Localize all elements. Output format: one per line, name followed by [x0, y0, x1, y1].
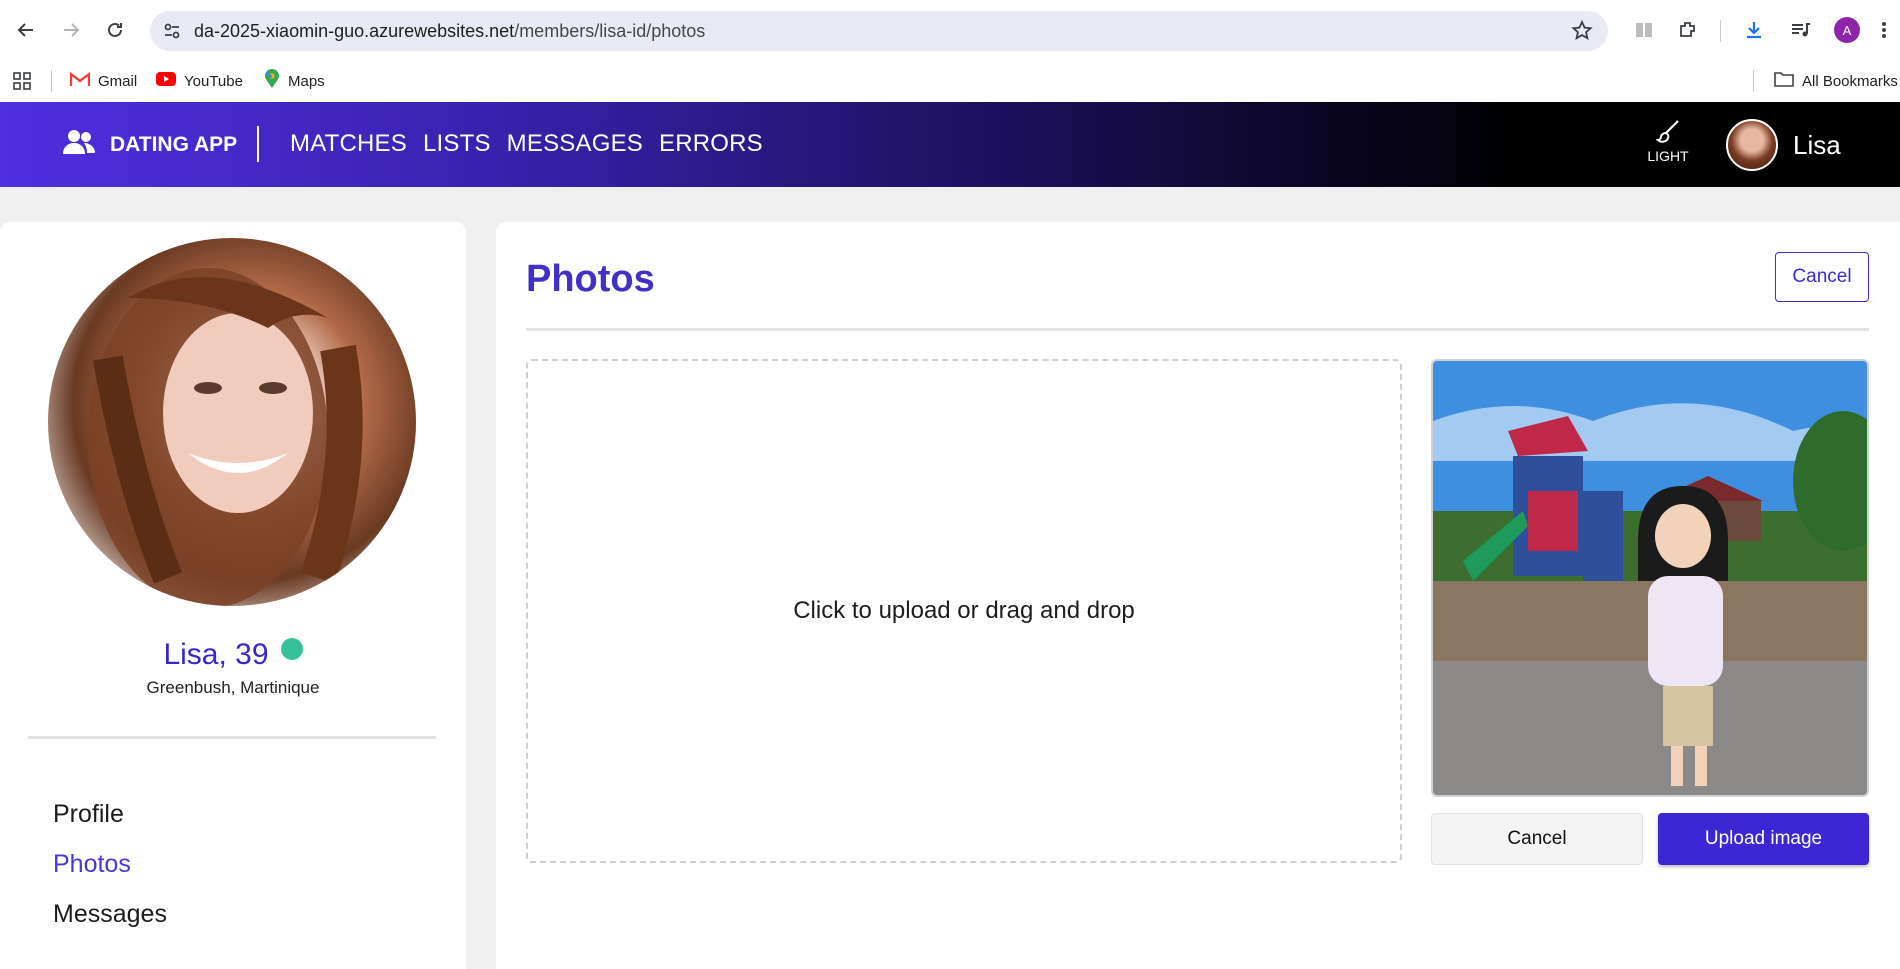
maps-icon — [264, 69, 280, 93]
nav-matches[interactable]: MATCHES — [290, 130, 407, 158]
bookmark-maps[interactable]: Maps — [264, 68, 325, 94]
url-text: da-2025-xiaomin-guo.azurewebsites.net/me… — [194, 21, 705, 42]
image-preview — [1431, 359, 1869, 797]
youtube-icon — [156, 71, 176, 91]
member-name-text: Lisa, 39 — [163, 638, 269, 671]
sidebar-divider — [28, 736, 436, 739]
download-icon[interactable] — [1740, 16, 1768, 44]
browser-toolbar: da-2025-xiaomin-guo.azurewebsites.net/me… — [0, 0, 1900, 60]
folder-icon — [1774, 71, 1794, 91]
nav-errors[interactable]: ERRORS — [659, 130, 763, 158]
photos-panel: Photos Cancel Click to upload or drag an… — [496, 222, 1900, 969]
all-bookmarks-label: All Bookmarks — [1802, 72, 1898, 90]
site-info-icon[interactable] — [162, 21, 182, 41]
sidebar-item-profile[interactable]: Profile — [53, 800, 167, 850]
bookmark-youtube-label: YouTube — [184, 72, 243, 90]
main-nav: MATCHES LISTS MESSAGES ERRORS — [290, 130, 763, 158]
user-avatar[interactable] — [1726, 119, 1778, 171]
user-name[interactable]: Lisa — [1793, 130, 1841, 161]
theme-toggle[interactable]: LIGHT — [1646, 118, 1690, 164]
nav-messages[interactable]: MESSAGES — [507, 130, 643, 158]
all-bookmarks-divider — [1753, 70, 1754, 92]
cancel-upload-button[interactable]: Cancel — [1431, 813, 1643, 865]
cancel-edit-button[interactable]: Cancel — [1775, 252, 1869, 302]
toolbar-divider — [1720, 20, 1721, 42]
app-navbar: DATING APP MATCHES LISTS MESSAGES ERRORS… — [0, 102, 1900, 187]
bookmark-gmail[interactable]: Gmail — [69, 68, 138, 94]
member-photo — [48, 238, 416, 606]
url-path: /members/lisa-id/photos — [514, 21, 706, 41]
paintbrush-icon — [1655, 120, 1679, 143]
title-divider — [526, 328, 1869, 331]
nav-lists[interactable]: LISTS — [423, 130, 491, 158]
media-control-icon[interactable] — [1786, 16, 1814, 44]
users-icon — [62, 128, 96, 162]
address-bar[interactable]: da-2025-xiaomin-guo.azurewebsites.net/me… — [150, 11, 1608, 51]
more-menu-icon[interactable] — [1874, 16, 1894, 44]
brand-divider — [257, 126, 259, 162]
forward-icon[interactable] — [55, 14, 87, 46]
bookmark-youtube[interactable]: YouTube — [156, 68, 243, 94]
reload-icon[interactable] — [99, 14, 131, 46]
brand-logo[interactable]: DATING APP — [62, 128, 237, 162]
apps-icon[interactable] — [12, 68, 32, 94]
gmail-icon — [69, 71, 91, 91]
member-location: Greenbush, Martinique — [146, 678, 320, 697]
sidebar-item-photos[interactable]: Photos — [53, 850, 167, 900]
sidebar-item-messages[interactable]: Messages — [53, 900, 167, 950]
member-sidebar: Lisa, 39 Greenbush, Martinique Profile P… — [0, 222, 466, 969]
all-bookmarks[interactable]: All Bookmarks — [1774, 68, 1898, 94]
member-name-age: Lisa, 39 — [0, 638, 466, 672]
profile-avatar[interactable]: A — [1834, 17, 1860, 43]
online-status-indicator — [280, 638, 303, 660]
bookmark-gmail-label: Gmail — [98, 72, 138, 90]
bookmark-maps-label: Maps — [288, 72, 325, 90]
reading-mode-icon[interactable] — [1630, 16, 1658, 44]
bookmarks-divider — [51, 70, 52, 92]
bookmark-star-icon[interactable] — [1570, 19, 1594, 43]
page-title: Photos — [526, 258, 655, 300]
upload-dropzone[interactable]: Click to upload or drag and drop — [526, 359, 1402, 863]
profile-initial: A — [1842, 22, 1852, 38]
back-icon[interactable] — [10, 14, 42, 46]
url-host: da-2025-xiaomin-guo.azurewebsites.net — [194, 21, 515, 41]
brand-name: DATING APP — [110, 133, 238, 156]
dropzone-text: Click to upload or drag and drop — [793, 597, 1135, 624]
upload-image-button[interactable]: Upload image — [1658, 813, 1869, 865]
member-menu: Profile Photos Messages — [53, 800, 167, 950]
bookmarks-bar: Gmail YouTube Maps All Bookmarks — [0, 60, 1900, 102]
extensions-icon[interactable] — [1674, 16, 1702, 44]
theme-label: LIGHT — [1647, 148, 1689, 164]
